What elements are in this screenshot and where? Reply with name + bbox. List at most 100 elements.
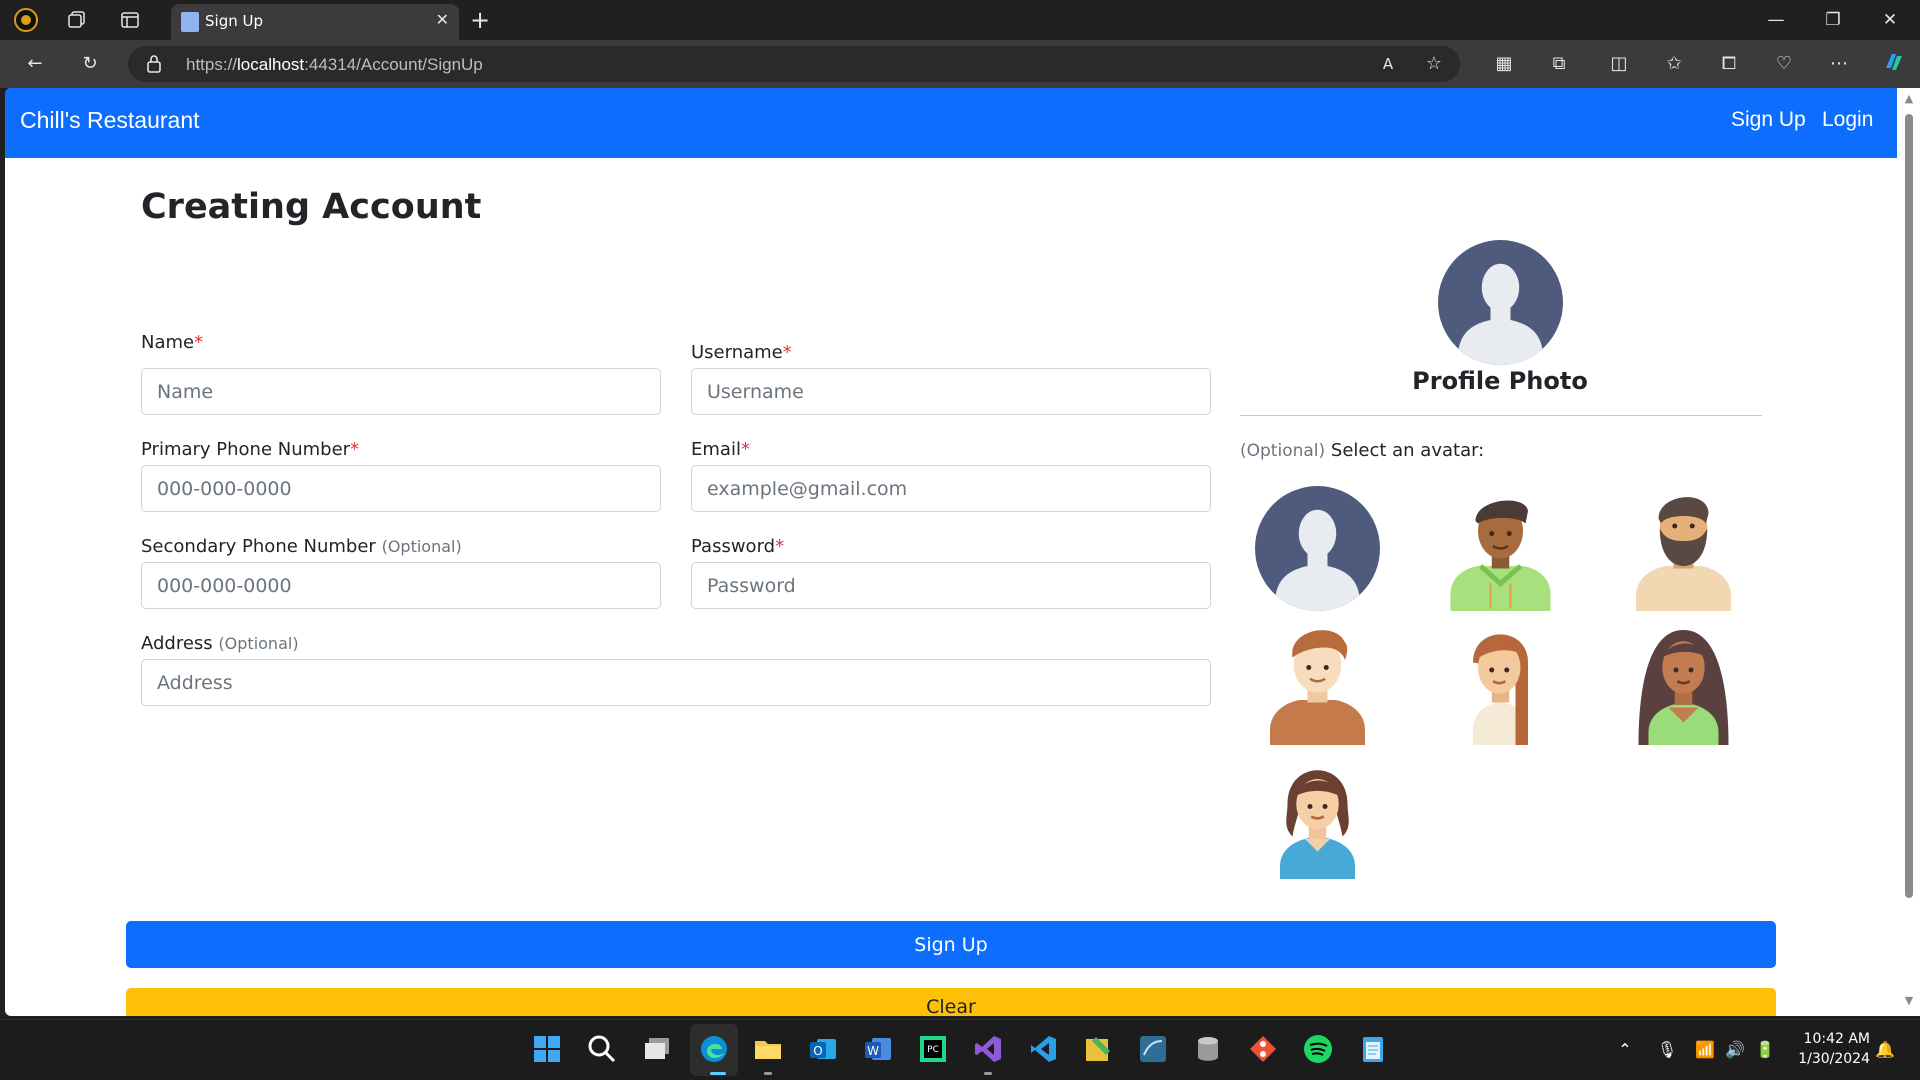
scrollbar-thumb[interactable] [1905,114,1913,898]
favorites-icon[interactable]: ✩ [1660,50,1688,78]
task-view-icon[interactable] [641,1033,673,1065]
clear-button[interactable]: Clear [126,988,1776,1016]
back-icon[interactable]: ← [21,50,49,78]
profile-icon[interactable] [12,6,40,34]
lock-icon [147,55,161,73]
site-navbar: Chill's Restaurant Sign Up Login [5,88,1897,158]
spotify-icon[interactable] [1302,1033,1334,1065]
svg-text:PC: PC [927,1045,939,1055]
active-app-indicator [710,1072,726,1075]
optional-tag: (Optional) [1240,441,1326,461]
wifi-icon[interactable]: 📶 [1694,1040,1716,1059]
username-label: Username* [691,342,792,363]
default-silhouette-avatar-icon[interactable] [1255,486,1380,611]
qr-code-icon[interactable]: ▦ [1490,50,1518,78]
windows-taskbar: O W PC ⌃ 🎙 📶 🔊 🔋 10:42 AM 1/30/2024 🔔 [0,1019,1920,1080]
name-label: Name* [141,332,203,353]
svg-text:W: W [867,1044,879,1058]
minimize-icon[interactable]: — [1756,6,1796,34]
required-mark: * [194,332,204,353]
profile-photo-label: Profile Photo [1412,367,1588,395]
clock-time[interactable]: 10:42 AM [1790,1031,1870,1047]
visual-studio-icon[interactable] [972,1033,1004,1065]
restore-icon[interactable]: ❐ [1813,6,1853,34]
mysql-workbench-icon[interactable] [1137,1033,1169,1065]
scroll-down-arrow-icon[interactable]: ▼ [1903,994,1915,1007]
nav-link-sign-up[interactable]: Sign Up [1731,108,1806,132]
refresh-icon[interactable]: ↻ [76,50,104,78]
man-green-hoodie-avatar-icon[interactable] [1438,486,1563,611]
notepad-icon[interactable] [1357,1033,1389,1065]
primary-phone-label-text: Primary Phone Number [141,439,351,460]
active-tab[interactable]: Sign Up ✕ [171,4,459,40]
primary-phone-input[interactable] [141,465,661,512]
url-text[interactable]: https://localhost:44314/Account/SignUp [186,55,483,75]
split-screen-icon[interactable]: ◫ [1605,50,1633,78]
redhead-boy-avatar-icon[interactable] [1255,620,1380,745]
vscode-icon[interactable] [1027,1033,1059,1065]
vertical-tabs-icon[interactable] [116,6,144,34]
outlook-icon[interactable]: O [807,1033,839,1065]
battery-icon[interactable]: 🔋 [1754,1040,1776,1059]
email-input[interactable] [691,465,1211,512]
windows-start-icon[interactable] [531,1033,563,1065]
sticky-tools-icon[interactable] [1082,1033,1114,1065]
more-options-icon[interactable]: ⋯ [1825,50,1853,78]
primary-phone-label: Primary Phone Number* [141,439,359,460]
search-icon[interactable] [586,1033,618,1065]
url-host: localhost [237,55,305,74]
sign-up-button[interactable]: Sign Up [126,921,1776,968]
notification-bell-icon[interactable]: 🔔 [1874,1040,1896,1059]
url-path: :44314/Account/SignUp [304,55,483,74]
optional-tag: (Optional) [218,634,299,653]
site-brand[interactable]: Chill's Restaurant [20,107,200,134]
email-label-text: Email [691,439,741,460]
name-label-text: Name [141,332,195,353]
new-tab-icon[interactable]: + [466,6,494,34]
password-input[interactable] [691,562,1211,609]
address-bar[interactable]: https://localhost:44314/Account/SignUp A… [128,46,1460,82]
svg-text:O: O [813,1044,822,1058]
volume-icon[interactable]: 🔊 [1724,1040,1746,1059]
favorite-star-icon[interactable]: ☆ [1420,50,1448,78]
curly-hair-woman-avatar-icon[interactable] [1621,620,1746,745]
browser-toolbar: ← ↻ https://localhost:44314/Account/Sign… [0,40,1920,88]
nav-link-login[interactable]: Login [1822,108,1873,132]
girl-blue-top-avatar-icon[interactable] [1255,754,1380,879]
browser-essentials-icon[interactable]: ♡ [1770,50,1798,78]
extensions-icon[interactable]: ⧉ [1545,50,1573,78]
copilot-icon[interactable] [1880,50,1908,78]
woman-long-hair-avatar-icon[interactable] [1438,620,1563,745]
bearded-man-avatar-icon[interactable] [1621,486,1746,611]
pycharm-icon[interactable]: PC [917,1033,949,1065]
page-viewport: Chill's Restaurant Sign Up Login Creatin… [5,88,1897,1016]
running-app-indicator [764,1072,772,1075]
secondary-phone-input[interactable] [141,562,661,609]
file-explorer-icon[interactable] [752,1033,784,1065]
collections-icon[interactable]: ⧠ [1715,50,1743,78]
page-favicon-icon [181,12,199,32]
tab-close-icon[interactable]: ✕ [436,10,449,29]
name-input[interactable] [141,368,661,415]
edge-browser-icon[interactable] [698,1033,730,1065]
close-window-icon[interactable]: ✕ [1870,6,1910,34]
scroll-up-arrow-icon[interactable]: ▲ [1903,92,1915,105]
optional-tag: (Optional) [381,537,462,556]
workspaces-icon[interactable] [63,6,91,34]
running-app-indicator [984,1072,992,1075]
word-icon[interactable]: W [862,1033,894,1065]
address-input[interactable] [141,659,1211,706]
show-hidden-icons-chevron-icon[interactable]: ⌃ [1614,1040,1636,1059]
secondary-phone-label: Secondary Phone Number (Optional) [141,536,462,557]
database-icon[interactable] [1192,1033,1224,1065]
address-label-text: Address [141,633,213,654]
username-input[interactable] [691,368,1211,415]
microphone-icon[interactable]: 🎙 [1656,1040,1678,1059]
clock-date[interactable]: 1/30/2024 [1790,1051,1870,1067]
username-label-text: Username [691,342,783,363]
read-aloud-icon[interactable]: A [1374,50,1402,78]
divider [1240,415,1762,416]
page-scrollbar[interactable]: ▲ ▼ [1897,88,1920,1016]
git-tool-icon[interactable] [1247,1033,1279,1065]
email-label: Email* [691,439,750,460]
